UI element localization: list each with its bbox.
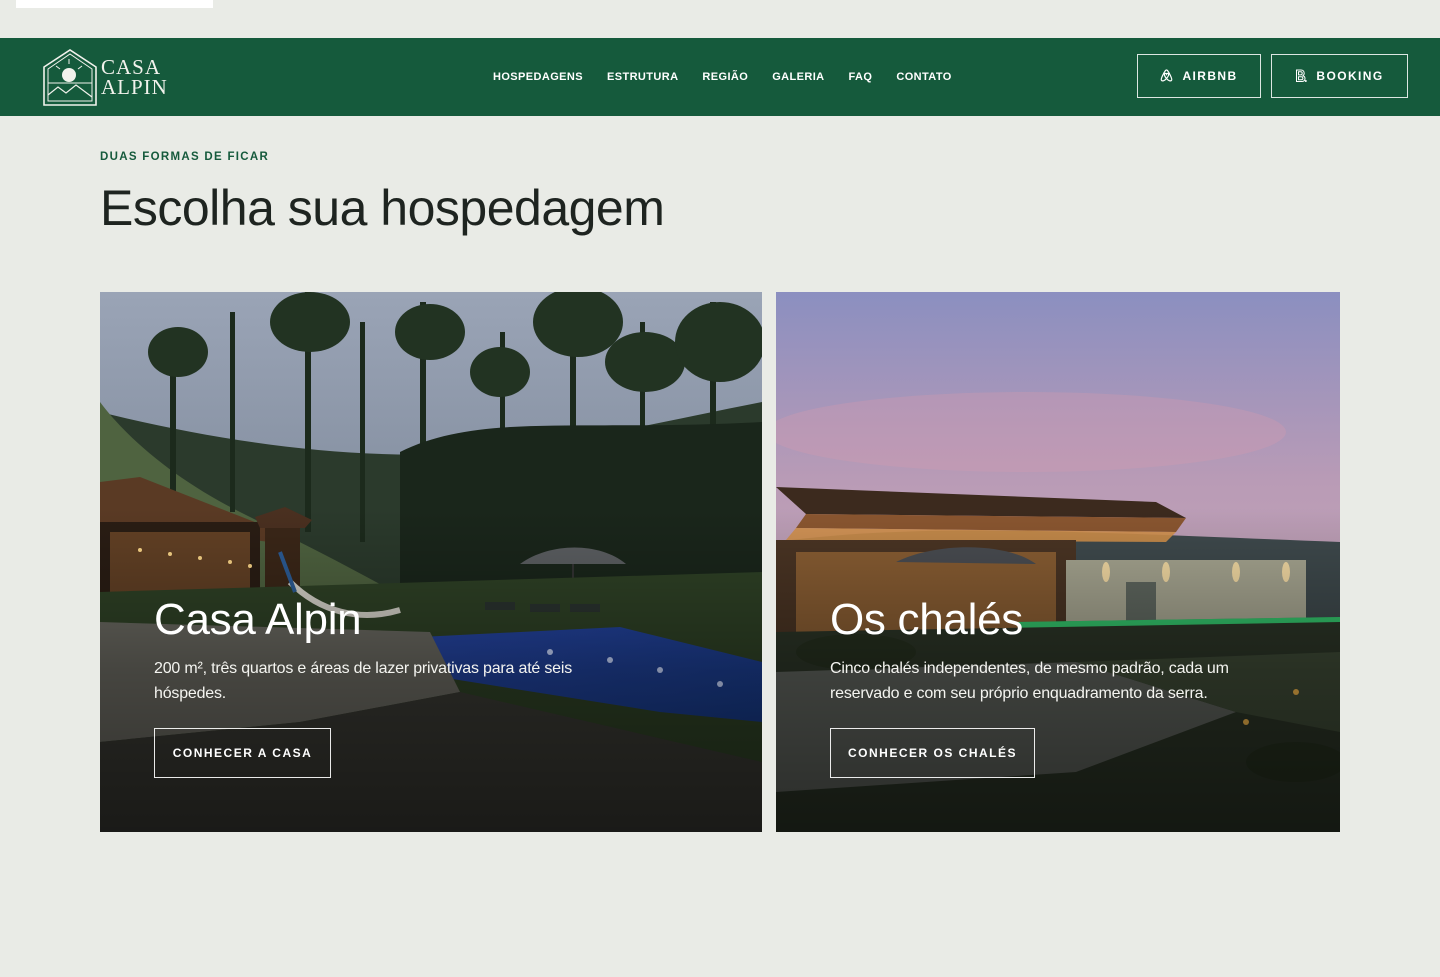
booking-label: BOOKING bbox=[1316, 69, 1384, 83]
card-content: Os chalés Cinco chalés independentes, de… bbox=[830, 590, 1300, 706]
airbnb-icon bbox=[1160, 69, 1173, 83]
nav-item-faq[interactable]: FAQ bbox=[849, 69, 873, 85]
airbnb-label: AIRBNB bbox=[1182, 69, 1238, 83]
card-content: Casa Alpin 200 m², três quartos e áreas … bbox=[154, 590, 722, 706]
conhecer-casa-button[interactable]: CONHECER A CASA bbox=[154, 728, 331, 778]
section-title: Escolha sua hospedagem bbox=[100, 180, 665, 236]
nav-item-estrutura[interactable]: ESTRUTURA bbox=[607, 69, 678, 85]
nav-item-galeria[interactable]: GALERIA bbox=[772, 69, 824, 85]
airbnb-button[interactable]: AIRBNB bbox=[1137, 54, 1261, 98]
mountain-house-logo-icon bbox=[42, 47, 98, 107]
card-os-chales[interactable]: Os chalés Cinco chalés independentes, de… bbox=[776, 292, 1340, 832]
card-title: Casa Alpin bbox=[154, 595, 362, 644]
card-description: Cinco chalés independentes, de mesmo pad… bbox=[830, 660, 1229, 702]
site-header: CASA ALPIN HOSPEDAGENS ESTRUTURA REGIÃO … bbox=[0, 38, 1440, 116]
card-title: Os chalés bbox=[830, 595, 1023, 644]
conhecer-chales-button[interactable]: CONHECER OS CHALÉS bbox=[830, 728, 1035, 778]
logo-line-2: ALPIN bbox=[101, 75, 168, 99]
booking-button[interactable]: BOOKING bbox=[1271, 54, 1408, 98]
main-nav: HOSPEDAGENS ESTRUTURA REGIÃO GALERIA FAQ… bbox=[493, 69, 952, 85]
logo[interactable]: CASA ALPIN bbox=[42, 47, 168, 107]
logo-wordmark: CASA ALPIN bbox=[101, 55, 168, 99]
top-white-bar bbox=[16, 0, 213, 8]
nav-item-regiao[interactable]: REGIÃO bbox=[702, 69, 748, 85]
card-description: 200 m², três quartos e áreas de lazer pr… bbox=[154, 660, 573, 702]
nav-item-contato[interactable]: CONTATO bbox=[896, 69, 951, 85]
booking-icon bbox=[1295, 69, 1308, 83]
nav-item-hospedagens[interactable]: HOSPEDAGENS bbox=[493, 69, 583, 85]
section-eyebrow: DUAS FORMAS DE FICAR bbox=[100, 151, 270, 163]
logo-line-1: CASA bbox=[101, 55, 162, 79]
card-casa-alpin[interactable]: Casa Alpin 200 m², três quartos e áreas … bbox=[100, 292, 762, 832]
